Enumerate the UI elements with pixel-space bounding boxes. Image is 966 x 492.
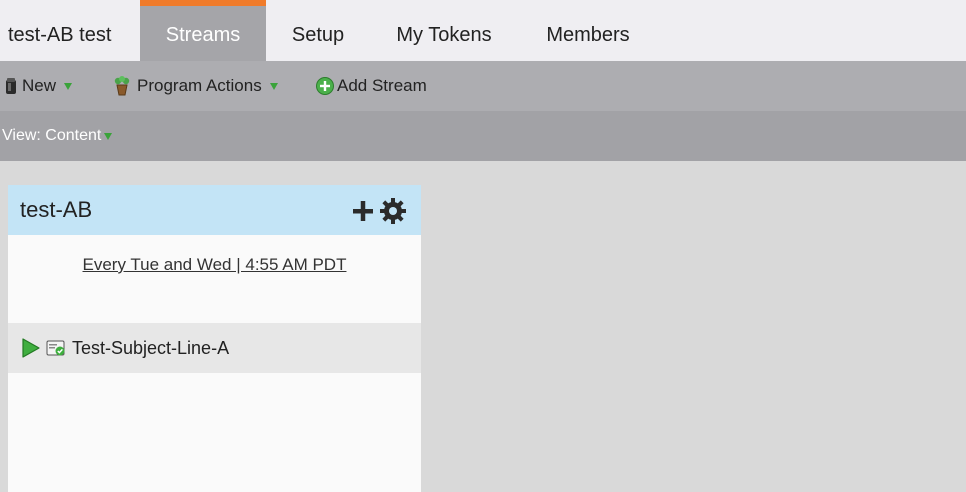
tab-setup-label: Setup [291, 24, 345, 46]
view-bar: View: Content [0, 111, 966, 161]
content-item-label: Test-Subject-Line-A [72, 337, 230, 358]
view-selector[interactable]: View: Content [2, 111, 113, 161]
toolbar: New Program Actions Add Stream [0, 61, 966, 111]
stream-content-item[interactable]: Test-Subject-Line-A [8, 323, 421, 373]
add-content-icon[interactable] [351, 199, 375, 223]
stream-card: test-AB Every Tue and Wed | 4:55 AM PDT … [8, 185, 421, 492]
stream-schedule-link[interactable]: Every Tue and Wed | 4:55 AM PDT [8, 255, 421, 275]
tab-my-tokens[interactable]: My Tokens [382, 0, 506, 61]
stream-actions [351, 197, 407, 225]
stream-header: test-AB [8, 185, 421, 235]
program-actions-button[interactable]: Program Actions [112, 61, 278, 111]
program-name-label: test-AB test [8, 24, 112, 46]
email-icon [46, 339, 66, 357]
tab-members-label: Members [546, 24, 630, 46]
tab-streams[interactable]: Streams [140, 0, 266, 61]
tab-my-tokens-label: My Tokens [396, 24, 492, 46]
tab-streams-label: Streams [165, 24, 241, 46]
add-circle-icon [316, 77, 334, 95]
add-stream-label: Add Stream [337, 76, 427, 95]
tab-program-name[interactable]: test-AB test [0, 0, 130, 61]
new-dropdown-icon [64, 82, 73, 90]
program-actions-icon [112, 76, 132, 96]
add-stream-button[interactable]: Add Stream [316, 61, 427, 111]
play-icon[interactable] [22, 338, 40, 358]
tab-members[interactable]: Members [530, 0, 646, 61]
tab-bar: test-AB test Streams Setup My Tokens Mem… [0, 0, 966, 61]
stream-title: test-AB [20, 197, 93, 222]
tab-setup[interactable]: Setup [276, 0, 360, 61]
view-dropdown-icon [104, 132, 113, 140]
new-button-label: New [22, 76, 57, 95]
new-item-icon [5, 77, 17, 95]
gear-icon[interactable] [379, 197, 407, 225]
program-actions-label: Program Actions [137, 76, 262, 95]
view-label: View: Content [2, 127, 102, 144]
program-actions-dropdown-icon [269, 82, 278, 90]
new-button[interactable]: New [5, 61, 73, 111]
